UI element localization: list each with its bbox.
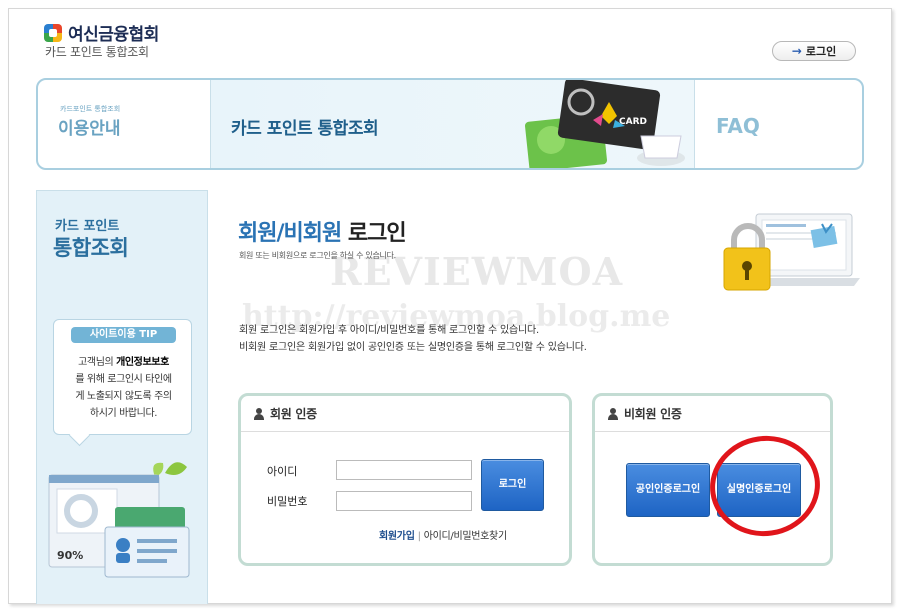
top-login-label: 로그인 bbox=[805, 45, 837, 58]
main-nav: 카드포인트 통합조회 이용안내 카드 포인트 통합조회 CARD FAQ bbox=[36, 78, 864, 170]
nav-tab-faq[interactable]: FAQ bbox=[716, 114, 760, 138]
id-label: 아이디 bbox=[267, 465, 298, 478]
description-line-1: 회원 로그인은 회원가입 후 아이디/비밀번호를 통해 로그인할 수 있습니다. bbox=[239, 325, 539, 336]
tip-text: 고객님의 개인정보보호 를 위해 로그인시 타인에 게 노출되지 않도록 주의 … bbox=[75, 357, 172, 419]
nav-guide-tiny: 카드포인트 통합조회 bbox=[60, 105, 121, 113]
join-link[interactable]: 회원가입 bbox=[379, 531, 415, 542]
page-title: 회원/비회원 로그인 bbox=[238, 221, 407, 246]
id-input[interactable] bbox=[336, 460, 472, 480]
logo-mark-icon bbox=[44, 23, 62, 42]
login-description: 회원 로그인은 회원가입 후 아이디/비밀번호를 통해 로그인할 수 있습니다.… bbox=[239, 322, 587, 356]
arrow-right-icon: → bbox=[791, 44, 802, 58]
site-tip-box: 사이트이용 TIP 고객님의 개인정보보호 를 위해 로그인시 타인에 게 노출… bbox=[53, 319, 192, 435]
password-input[interactable] bbox=[336, 491, 472, 511]
nav-point-lookup-label: 카드 포인트 통합조회 bbox=[231, 119, 379, 139]
sidebar: 카드 포인트 통합조회 사이트이용 TIP 고객님의 개인정보보호 를 위해 로… bbox=[36, 190, 208, 604]
member-links: 회원가입 | 아이디/비밀번호찾기 bbox=[379, 531, 507, 542]
logo-text: 여신금융협회 bbox=[68, 25, 159, 45]
nav-tab-guide[interactable]: 카드포인트 통합조회 이용안내 bbox=[38, 80, 211, 168]
lock-laptop-illustration bbox=[723, 213, 860, 291]
guest-panel-header: 비회원 인증 bbox=[595, 396, 830, 432]
tip-badge: 사이트이용 TIP bbox=[71, 327, 176, 343]
member-login-panel: 회원 인증 아이디 비밀번호 로그인 회원가입 | 아이디/비밀번호찾기 bbox=[238, 393, 572, 566]
member-panel-title: 회원 인증 bbox=[270, 407, 317, 421]
nav-guide-label: 이용안내 bbox=[58, 119, 121, 139]
sidebar-title-big: 통합조회 bbox=[53, 236, 129, 260]
credit-card-illustration: CARD bbox=[524, 80, 685, 168]
certificate-login-button[interactable]: 공인인증 로그인 bbox=[626, 463, 710, 517]
watermark-text: REVIEWMOA bbox=[330, 249, 624, 294]
privacy-illustration: 90% bbox=[48, 462, 190, 578]
top-login-button[interactable]: → 로그인 bbox=[772, 41, 856, 61]
illust-percent: 90% bbox=[57, 549, 83, 562]
person-icon bbox=[253, 407, 265, 420]
logo-subtitle: 카드 포인트 통합조회 bbox=[45, 45, 149, 59]
card-label: CARD bbox=[619, 117, 647, 127]
member-panel-header: 회원 인증 bbox=[241, 396, 569, 432]
member-login-button[interactable]: 로그인 bbox=[481, 459, 544, 511]
password-label: 비밀번호 bbox=[267, 495, 308, 508]
guest-panel-title: 비회원 인증 bbox=[624, 407, 682, 421]
nav-tab-point-lookup[interactable]: 카드 포인트 통합조회 CARD bbox=[211, 80, 695, 168]
site-logo[interactable]: 여신금융협회 bbox=[44, 20, 159, 45]
find-account-link[interactable]: 아이디/비밀번호찾기 bbox=[424, 531, 507, 542]
person-icon bbox=[607, 407, 619, 420]
description-line-2: 비회원 로그인은 회원가입 없이 공인인증 또는 실명인증을 통해 로그인할 수… bbox=[239, 342, 587, 353]
